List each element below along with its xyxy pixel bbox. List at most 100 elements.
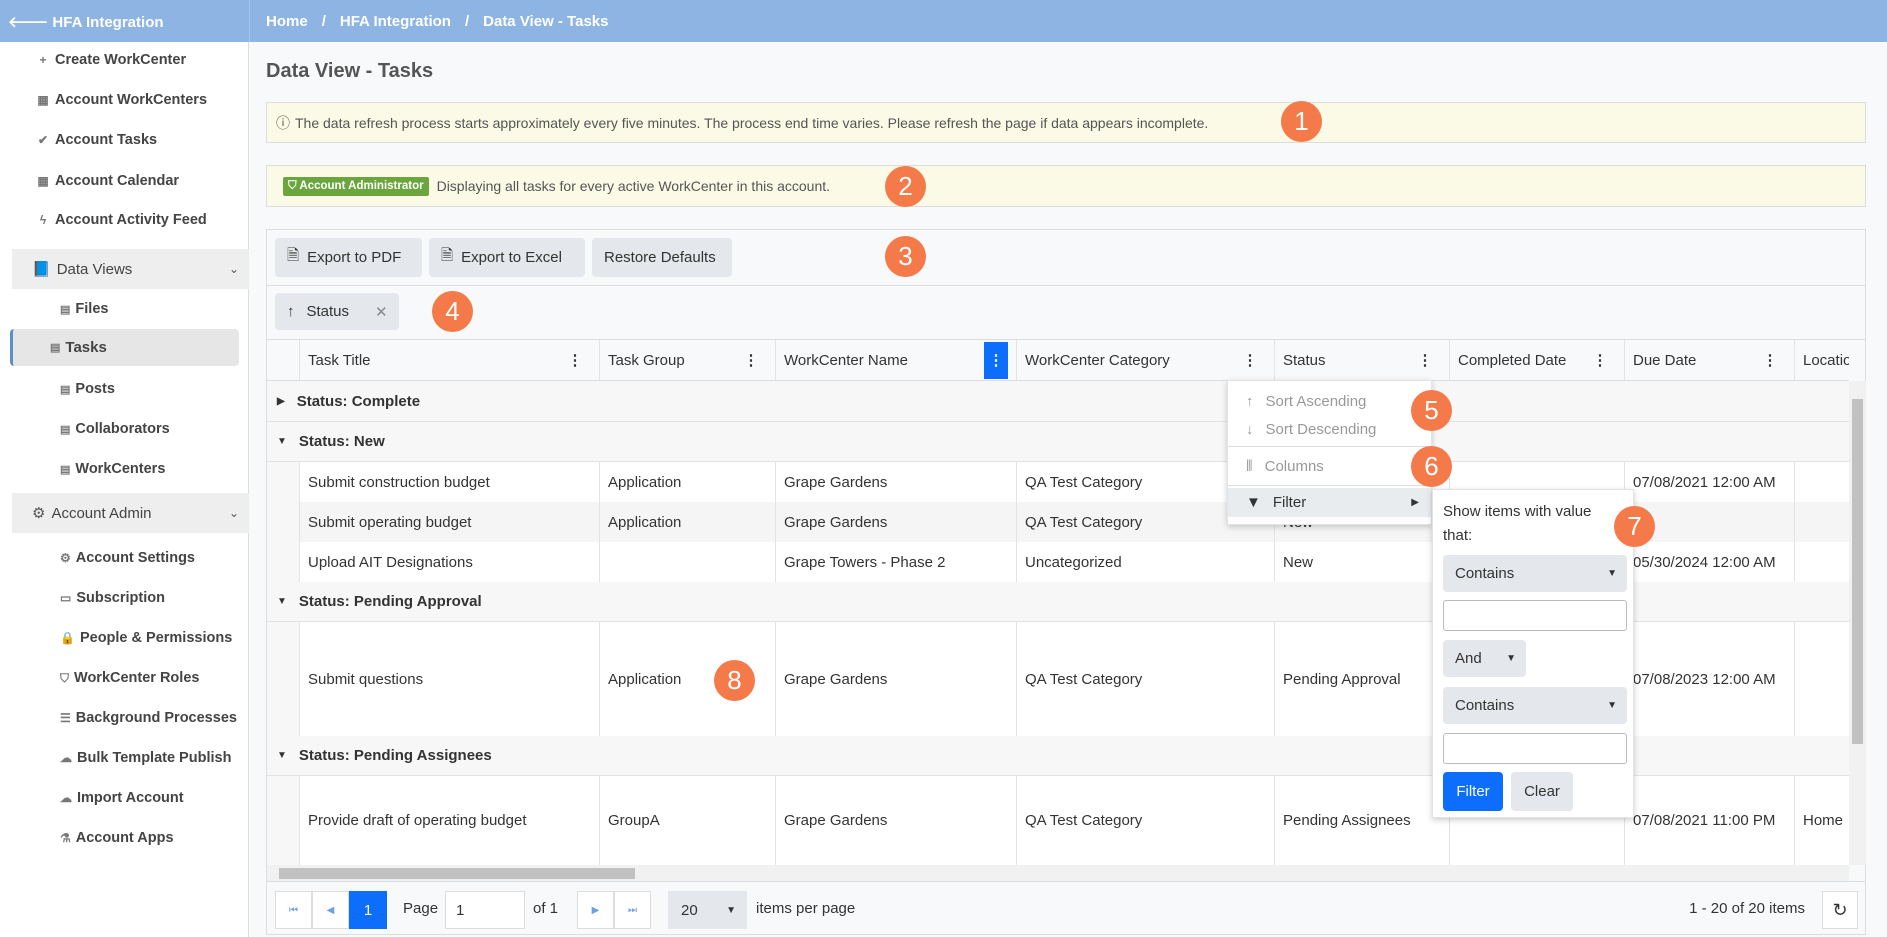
- next-page-button[interactable]: ▶: [577, 891, 614, 929]
- breadcrumb-home[interactable]: Home: [266, 13, 308, 30]
- group-label: Status: Pending Approval: [298, 593, 482, 610]
- logic-select[interactable]: And ▼: [1443, 640, 1526, 677]
- operator-select-1[interactable]: Contains ▼: [1443, 555, 1627, 592]
- sidebar-item[interactable]: ☁ Import Account: [20, 778, 249, 818]
- sidebar-item-label: Account Settings: [75, 550, 195, 566]
- columns-item[interactable]: ⦀ Columns: [1228, 452, 1431, 481]
- sidebar-item-label: Account Tasks: [55, 132, 158, 148]
- sidebar-item[interactable]: ▦ Account Calendar: [36, 173, 179, 189]
- shield-icon: ⛉: [60, 670, 70, 685]
- operator-select-2[interactable]: Contains ▼: [1443, 687, 1627, 724]
- filter-intro: Show items with value that:: [1443, 503, 1592, 544]
- top-bar: 🡐 HFA Integration Home / HFA Integration /…: [0, 0, 1887, 42]
- column-title: Completed Date: [1458, 352, 1567, 369]
- column-menu-icon[interactable]: ⋮: [984, 342, 1008, 379]
- back-link[interactable]: 🡐 HFA Integration: [8, 12, 249, 31]
- table-cell: GroupA: [599, 776, 775, 865]
- column-menu-icon[interactable]: ⋮: [1758, 348, 1782, 374]
- export-excel-button[interactable]: 🗎 Export to Excel: [429, 238, 585, 277]
- column-header[interactable]: Status ⋮: [1274, 340, 1449, 381]
- sidebar-item[interactable]: ▦ Account WorkCenters: [36, 92, 207, 108]
- column-header[interactable]: WorkCenter Name ⋮: [775, 340, 1016, 381]
- column-menu-icon[interactable]: ⋮: [1413, 348, 1437, 374]
- column-menu: ↑ Sort Ascending ↓ Sort Descending ⦀ Column…: [1227, 380, 1432, 525]
- first-page-button[interactable]: ⏮: [275, 891, 312, 929]
- caret-right-icon[interactable]: ▶: [277, 396, 285, 407]
- sidebar-item-files[interactable]: ▤ Files: [20, 289, 249, 329]
- page-size-select[interactable]: 20 ▼: [668, 891, 747, 929]
- sidebar-section-account_admin[interactable]: ⚙ Account Admin ⌄: [12, 493, 249, 533]
- section-label: Account Admin: [51, 504, 152, 522]
- restore-defaults-button[interactable]: Restore Defaults: [592, 238, 732, 277]
- remove-group-icon[interactable]: ✕: [375, 303, 388, 321]
- column-menu-icon[interactable]: ⋮: [1238, 348, 1262, 374]
- column-header[interactable]: WorkCenter Category ⋮: [1016, 340, 1274, 381]
- sidebar-item[interactable]: ☰ Background Processes: [20, 698, 249, 738]
- callout-4: 4: [432, 291, 473, 332]
- sidebar-item[interactable]: ϟ Account Activity Feed: [36, 212, 207, 228]
- pdf-file-icon: 🗎: [287, 247, 300, 264]
- page-1-button[interactable]: 1: [349, 891, 387, 929]
- sidebar-item-label: Subscription: [76, 590, 165, 606]
- last-page-button[interactable]: ⏭: [614, 891, 651, 929]
- group-row[interactable]: ▶ Status: Complete: [267, 381, 1849, 422]
- table-cell: 07/08/2021 12:00 AM: [1624, 462, 1794, 502]
- gears-icon: ⚙: [32, 505, 46, 522]
- sidebar-section-data_views[interactable]: 📘 Data Views ⌄: [12, 249, 249, 289]
- indent-cell: [267, 622, 299, 736]
- sidebar-item[interactable]: ▭ Subscription: [20, 578, 249, 618]
- column-header[interactable]: Completed Date ⋮: [1449, 340, 1624, 381]
- column-menu-icon[interactable]: ⋮: [739, 348, 763, 374]
- sidebar-item[interactable]: ⚗ Account Apps: [20, 818, 249, 858]
- sidebar-item-label: Collaborators: [75, 421, 170, 437]
- column-header[interactable]: Task Group ⋮: [599, 340, 775, 381]
- sidebar-item[interactable]: ⚙ Account Settings: [20, 538, 249, 578]
- sidebar-item-tasks[interactable]: ▤ Tasks: [10, 329, 239, 366]
- sidebar-item-label: Create WorkCenter: [55, 52, 187, 68]
- page-input[interactable]: 1: [445, 891, 525, 929]
- sidebar-item[interactable]: ✔ Account Tasks: [36, 132, 157, 148]
- check-icon: ✔: [37, 133, 49, 147]
- filter-button[interactable]: Filter: [1443, 772, 1503, 811]
- group-chip-status[interactable]: ↑ Status ✕: [275, 293, 399, 330]
- refresh-icon: ↻: [1832, 899, 1848, 920]
- refresh-button[interactable]: ↻: [1822, 891, 1858, 929]
- filter-item[interactable]: ▼ Filter ▶: [1228, 488, 1431, 517]
- sort-descending-item[interactable]: ↓ Sort Descending: [1228, 415, 1431, 444]
- clear-button[interactable]: Clear: [1511, 772, 1573, 811]
- sidebar-item-workcenters[interactable]: ▤ WorkCenters: [20, 449, 249, 489]
- export-pdf-button[interactable]: 🗎 Export to PDF: [275, 238, 422, 277]
- caret-down-icon[interactable]: ▼: [277, 436, 287, 447]
- caret-down-icon[interactable]: ▼: [277, 750, 287, 761]
- sidebar-item[interactable]: 🔒 People & Permissions: [20, 618, 249, 658]
- sidebar-item-label: Import Account: [77, 790, 184, 806]
- filter-value-input-1[interactable]: [1443, 600, 1627, 631]
- column-menu-icon[interactable]: ⋮: [1588, 348, 1612, 374]
- vertical-scrollbar[interactable]: [1849, 381, 1866, 865]
- book-icon: ▤: [60, 423, 71, 436]
- table-cell: [1794, 502, 1849, 542]
- money-icon: ▭: [60, 591, 72, 605]
- horizontal-scrollbar[interactable]: [267, 865, 1849, 881]
- column-header[interactable]: Due Date ⋮: [1624, 340, 1794, 381]
- excel-file-icon: 🗎: [441, 247, 454, 264]
- prev-page-button[interactable]: ◀: [312, 891, 349, 929]
- sidebar-item-label: Files: [75, 301, 109, 317]
- sidebar-item[interactable]: ☁ Bulk Template Publish: [20, 738, 249, 778]
- breadcrumb-hfa[interactable]: HFA Integration: [340, 13, 451, 30]
- caret-down-icon[interactable]: ▼: [277, 596, 287, 607]
- group-row[interactable]: ▼ Status: New: [267, 422, 1849, 462]
- sidebar-item[interactable]: ⛉ WorkCenter Roles: [20, 658, 249, 698]
- sidebar-item-label: WorkCenters: [75, 461, 166, 477]
- role-alert: ⛉ Account Administrator Displaying all ta…: [266, 165, 1866, 207]
- caret-down-icon: ▼: [1607, 700, 1617, 711]
- filter-value-input-2[interactable]: [1443, 733, 1627, 764]
- column-header[interactable]: Location: [1794, 340, 1849, 381]
- sidebar-item-collaborators[interactable]: ▤ Collaborators: [20, 409, 249, 449]
- column-header[interactable]: Task Title ⋮: [299, 340, 599, 381]
- sort-ascending-item[interactable]: ↑ Sort Ascending: [1228, 387, 1431, 416]
- sidebar-item[interactable]: + Create WorkCenter: [36, 52, 186, 68]
- sidebar-item-posts[interactable]: ▤ Posts: [20, 369, 249, 409]
- column-menu-icon[interactable]: ⋮: [563, 348, 587, 374]
- table-cell: 07/08/2023 12:00 AM: [1624, 622, 1794, 736]
